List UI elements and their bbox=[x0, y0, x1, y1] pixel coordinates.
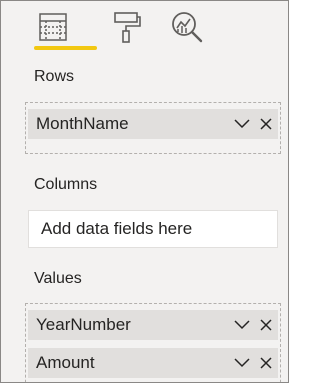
chevron-down-icon bbox=[234, 358, 250, 368]
field-pill-label: MonthName bbox=[36, 114, 129, 133]
field-pill-yearnumber[interactable]: YearNumber bbox=[28, 310, 278, 340]
add-data-fields-dropzone[interactable]: Add data fields here bbox=[28, 210, 278, 248]
columns-well[interactable]: Add data fields here bbox=[25, 205, 281, 253]
pane-toolbar bbox=[1, 1, 288, 57]
rows-well[interactable]: MonthName bbox=[25, 102, 281, 154]
format-tab[interactable] bbox=[106, 7, 146, 47]
remove-field-button[interactable] bbox=[254, 112, 278, 136]
fields-icon bbox=[39, 13, 67, 41]
remove-field-button[interactable] bbox=[254, 313, 278, 337]
field-pill-label: Amount bbox=[36, 353, 95, 372]
fields-tab[interactable] bbox=[33, 7, 73, 47]
selected-tab-indicator bbox=[34, 46, 97, 50]
values-label: Values bbox=[34, 270, 82, 287]
field-options-button[interactable] bbox=[230, 112, 254, 136]
field-options-button[interactable] bbox=[230, 313, 254, 337]
close-icon bbox=[260, 118, 272, 130]
chevron-down-icon bbox=[234, 119, 250, 129]
columns-label: Columns bbox=[34, 176, 98, 193]
chevron-down-icon bbox=[234, 320, 250, 330]
field-pill-amount[interactable]: Amount bbox=[28, 348, 278, 378]
values-well[interactable]: YearNumber Amount bbox=[25, 303, 281, 382]
analytics-magnifier-icon bbox=[172, 12, 203, 43]
analytics-tab[interactable] bbox=[167, 7, 207, 47]
visualizations-fields-pane: Rows MonthName Columns Add data fields h… bbox=[0, 0, 289, 383]
close-icon bbox=[260, 319, 272, 331]
field-pill-label: YearNumber bbox=[36, 315, 131, 334]
format-paint-roller-icon bbox=[114, 12, 141, 43]
close-icon bbox=[260, 357, 272, 369]
remove-field-button[interactable] bbox=[254, 351, 278, 375]
rows-label: Rows bbox=[34, 68, 75, 85]
field-options-button[interactable] bbox=[230, 351, 254, 375]
field-pill-monthname[interactable]: MonthName bbox=[28, 109, 278, 139]
